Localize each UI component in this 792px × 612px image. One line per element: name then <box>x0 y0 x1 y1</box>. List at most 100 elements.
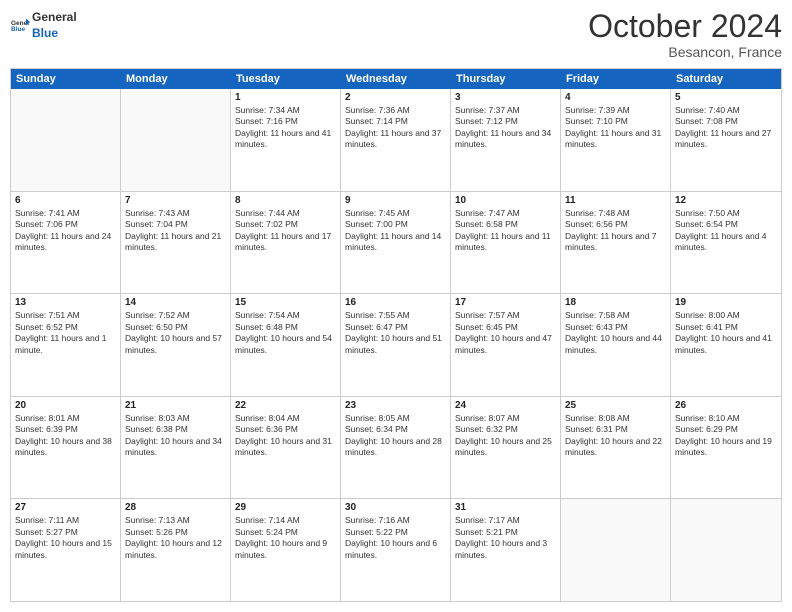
day-info: Sunrise: 7:44 AM Sunset: 7:02 PM Dayligh… <box>235 208 336 254</box>
day-number: 3 <box>455 92 556 103</box>
day-info: Sunrise: 7:43 AM Sunset: 7:04 PM Dayligh… <box>125 208 226 254</box>
day-number: 19 <box>675 297 777 308</box>
day-number: 24 <box>455 400 556 411</box>
day-info: Sunrise: 7:11 AM Sunset: 5:27 PM Dayligh… <box>15 515 116 561</box>
day-number: 12 <box>675 195 777 206</box>
day-headers: SundayMondayTuesdayWednesdayThursdayFrid… <box>11 69 781 89</box>
svg-text:Blue: Blue <box>11 26 25 33</box>
day-number: 27 <box>15 502 116 513</box>
day-info: Sunrise: 8:07 AM Sunset: 6:32 PM Dayligh… <box>455 413 556 459</box>
day-header-thursday: Thursday <box>451 69 561 89</box>
day-info: Sunrise: 7:50 AM Sunset: 6:54 PM Dayligh… <box>675 208 777 254</box>
day-number: 13 <box>15 297 116 308</box>
day-cell <box>671 499 781 601</box>
day-info: Sunrise: 7:51 AM Sunset: 6:52 PM Dayligh… <box>15 310 116 356</box>
calendar: SundayMondayTuesdayWednesdayThursdayFrid… <box>10 68 782 602</box>
day-cell: 26Sunrise: 8:10 AM Sunset: 6:29 PM Dayli… <box>671 397 781 499</box>
day-info: Sunrise: 8:01 AM Sunset: 6:39 PM Dayligh… <box>15 413 116 459</box>
day-info: Sunrise: 7:48 AM Sunset: 6:56 PM Dayligh… <box>565 208 666 254</box>
day-cell: 22Sunrise: 8:04 AM Sunset: 6:36 PM Dayli… <box>231 397 341 499</box>
day-info: Sunrise: 8:10 AM Sunset: 6:29 PM Dayligh… <box>675 413 777 459</box>
day-header-sunday: Sunday <box>11 69 121 89</box>
day-cell: 8Sunrise: 7:44 AM Sunset: 7:02 PM Daylig… <box>231 192 341 294</box>
day-number: 1 <box>235 92 336 103</box>
day-header-wednesday: Wednesday <box>341 69 451 89</box>
day-info: Sunrise: 7:54 AM Sunset: 6:48 PM Dayligh… <box>235 310 336 356</box>
day-cell: 14 Sunrise: 7:52 AM Sunset: 6:50 PM Dayli… <box>121 294 231 396</box>
day-info: Sunrise: 8:08 AM Sunset: 6:31 PM Dayligh… <box>565 413 666 459</box>
day-info: Sunrise: 7:14 AM Sunset: 5:24 PM Dayligh… <box>235 515 336 561</box>
week-row-3: 13 Sunrise: 7:51 AM Sunset: 6:52 PM Dayli… <box>11 294 781 397</box>
day-number: 2 <box>345 92 446 103</box>
day-number: 25 <box>565 400 666 411</box>
title-block: October 2024 Besancon, France <box>588 10 782 60</box>
day-number: 11 <box>565 195 666 206</box>
day-cell: 10Sunrise: 7:47 AM Sunset: 6:58 PM Dayli… <box>451 192 561 294</box>
day-info: Sunrise: 7:37 AM Sunset: 7:12 PM Dayligh… <box>455 105 556 151</box>
day-cell: 17 Sunrise: 7:57 AM Sunset: 6:45 PM Dayli… <box>451 294 561 396</box>
day-cell: 28 Sunrise: 7:13 AM Sunset: 5:26 PM Dayli… <box>121 499 231 601</box>
day-number: 6 <box>15 195 116 206</box>
day-number: 29 <box>235 502 336 513</box>
day-cell: 24 Sunrise: 8:07 AM Sunset: 6:32 PM Dayli… <box>451 397 561 499</box>
logo-icon: General Blue <box>10 16 30 36</box>
day-number: 18 <box>565 297 666 308</box>
day-number: 5 <box>675 92 777 103</box>
day-number: 28 <box>125 502 226 513</box>
day-number: 9 <box>345 195 446 206</box>
day-cell: 7 Sunrise: 7:43 AM Sunset: 7:04 PM Daylig… <box>121 192 231 294</box>
day-cell: 1Sunrise: 7:34 AM Sunset: 7:16 PM Daylig… <box>231 89 341 191</box>
day-cell: 19 Sunrise: 8:00 AM Sunset: 6:41 PM Dayli… <box>671 294 781 396</box>
day-cell: 15 Sunrise: 7:54 AM Sunset: 6:48 PM Dayli… <box>231 294 341 396</box>
day-cell <box>561 499 671 601</box>
day-cell: 5 Sunrise: 7:40 AM Sunset: 7:08 PM Daylig… <box>671 89 781 191</box>
day-info: Sunrise: 7:13 AM Sunset: 5:26 PM Dayligh… <box>125 515 226 561</box>
month-title: October 2024 <box>588 10 782 42</box>
day-number: 31 <box>455 502 556 513</box>
day-cell <box>11 89 121 191</box>
day-cell: 25 Sunrise: 8:08 AM Sunset: 6:31 PM Dayli… <box>561 397 671 499</box>
day-cell: 20Sunrise: 8:01 AM Sunset: 6:39 PM Dayli… <box>11 397 121 499</box>
day-info: Sunrise: 7:58 AM Sunset: 6:43 PM Dayligh… <box>565 310 666 356</box>
day-info: Sunrise: 8:00 AM Sunset: 6:41 PM Dayligh… <box>675 310 777 356</box>
day-info: Sunrise: 8:04 AM Sunset: 6:36 PM Dayligh… <box>235 413 336 459</box>
day-header-friday: Friday <box>561 69 671 89</box>
day-info: Sunrise: 7:57 AM Sunset: 6:45 PM Dayligh… <box>455 310 556 356</box>
week-row-4: 20Sunrise: 8:01 AM Sunset: 6:39 PM Dayli… <box>11 397 781 500</box>
day-number: 30 <box>345 502 446 513</box>
day-number: 7 <box>125 195 226 206</box>
day-info: Sunrise: 7:41 AM Sunset: 7:06 PM Dayligh… <box>15 208 116 254</box>
day-cell: 9 Sunrise: 7:45 AM Sunset: 7:00 PM Daylig… <box>341 192 451 294</box>
week-row-1: 1Sunrise: 7:34 AM Sunset: 7:16 PM Daylig… <box>11 89 781 192</box>
day-number: 14 <box>125 297 226 308</box>
day-info: Sunrise: 7:55 AM Sunset: 6:47 PM Dayligh… <box>345 310 446 356</box>
day-info: Sunrise: 7:40 AM Sunset: 7:08 PM Dayligh… <box>675 105 777 151</box>
day-cell: 11 Sunrise: 7:48 AM Sunset: 6:56 PM Dayli… <box>561 192 671 294</box>
day-number: 17 <box>455 297 556 308</box>
day-cell: 3 Sunrise: 7:37 AM Sunset: 7:12 PM Daylig… <box>451 89 561 191</box>
day-number: 15 <box>235 297 336 308</box>
calendar-body: 1Sunrise: 7:34 AM Sunset: 7:16 PM Daylig… <box>11 89 781 601</box>
day-info: Sunrise: 7:39 AM Sunset: 7:10 PM Dayligh… <box>565 105 666 151</box>
day-cell: 30Sunrise: 7:16 AM Sunset: 5:22 PM Dayli… <box>341 499 451 601</box>
day-cell: 13 Sunrise: 7:51 AM Sunset: 6:52 PM Dayli… <box>11 294 121 396</box>
day-number: 21 <box>125 400 226 411</box>
day-info: Sunrise: 7:47 AM Sunset: 6:58 PM Dayligh… <box>455 208 556 254</box>
day-header-saturday: Saturday <box>671 69 781 89</box>
day-cell: 27 Sunrise: 7:11 AM Sunset: 5:27 PM Dayli… <box>11 499 121 601</box>
day-cell: 31 Sunrise: 7:17 AM Sunset: 5:21 PM Dayli… <box>451 499 561 601</box>
day-info: Sunrise: 7:45 AM Sunset: 7:00 PM Dayligh… <box>345 208 446 254</box>
logo: General Blue General Blue <box>10 10 77 41</box>
day-cell: 6 Sunrise: 7:41 AM Sunset: 7:06 PM Daylig… <box>11 192 121 294</box>
week-row-5: 27 Sunrise: 7:11 AM Sunset: 5:27 PM Dayli… <box>11 499 781 601</box>
day-number: 4 <box>565 92 666 103</box>
day-info: Sunrise: 7:52 AM Sunset: 6:50 PM Dayligh… <box>125 310 226 356</box>
day-number: 16 <box>345 297 446 308</box>
logo-line2: Blue <box>32 26 77 42</box>
day-cell: 29 Sunrise: 7:14 AM Sunset: 5:24 PM Dayli… <box>231 499 341 601</box>
day-info: Sunrise: 8:03 AM Sunset: 6:38 PM Dayligh… <box>125 413 226 459</box>
day-cell <box>121 89 231 191</box>
day-info: Sunrise: 7:17 AM Sunset: 5:21 PM Dayligh… <box>455 515 556 561</box>
day-number: 23 <box>345 400 446 411</box>
day-info: Sunrise: 7:36 AM Sunset: 7:14 PM Dayligh… <box>345 105 446 151</box>
